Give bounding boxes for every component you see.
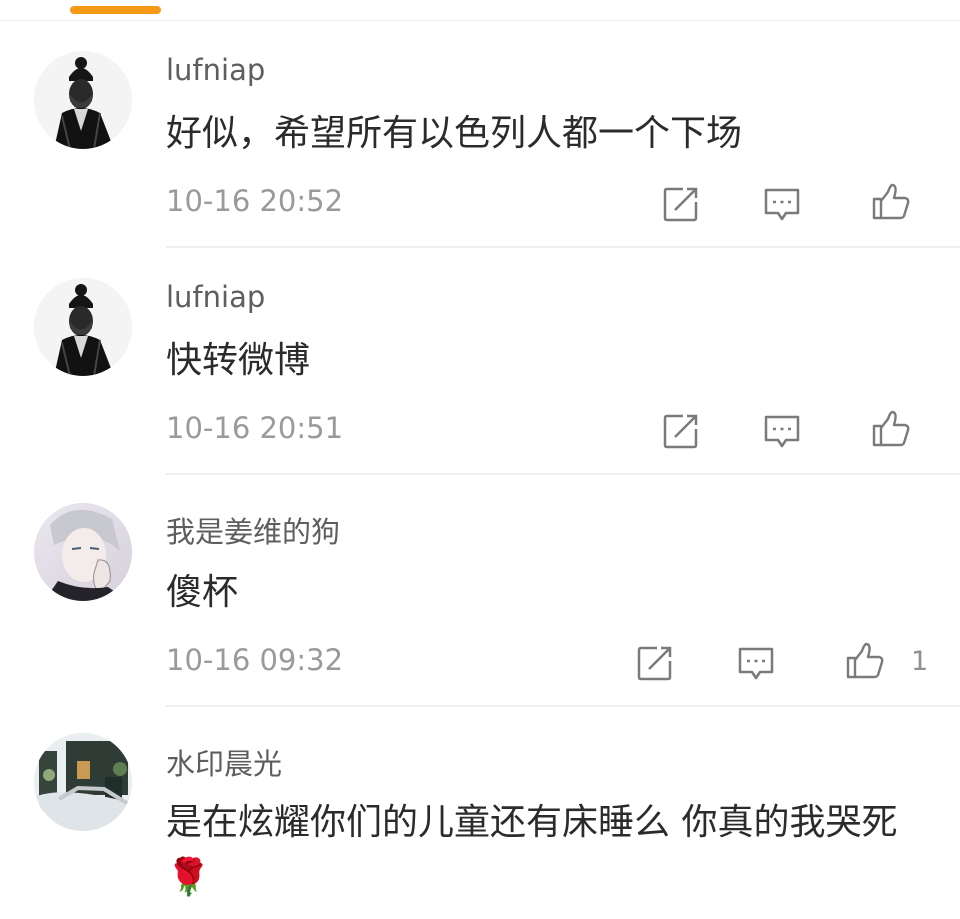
username[interactable]: 我是姜维的狗: [166, 509, 340, 551]
comment-button[interactable]: [762, 184, 802, 224]
avatar[interactable]: [34, 503, 132, 601]
comment-feed: lufniap 好似，希望所有以色列人都一个下场 10-16 20:52 luf…: [0, 0, 960, 919]
thumbs-up-icon: [872, 410, 910, 447]
timestamp: 10-16 20:51: [166, 411, 344, 445]
like-button[interactable]: [871, 181, 911, 221]
top-divider: [0, 20, 960, 21]
comment-text: 是在炫耀你们的儿童还有床睡么 你真的我哭死🌹: [166, 802, 898, 898]
comment-divider: [166, 246, 960, 248]
username[interactable]: lufniap: [166, 53, 265, 87]
thumbs-up-icon: [846, 642, 884, 679]
comment-text: 好似，希望所有以色列人都一个下场: [166, 113, 743, 154]
comment-icon: [764, 415, 800, 448]
repost-icon: [663, 187, 698, 222]
comment-divider: [166, 473, 960, 475]
thumbs-up-icon: [872, 183, 910, 220]
comment-icon: [764, 188, 800, 221]
repost-button[interactable]: [661, 411, 701, 451]
username[interactable]: 水印晨光: [166, 741, 282, 783]
like-button[interactable]: [871, 408, 911, 448]
comment-text: 傻杯: [166, 572, 239, 613]
like-button[interactable]: [845, 640, 885, 680]
comment-divider: [166, 705, 960, 707]
avatar[interactable]: [34, 733, 132, 831]
username[interactable]: lufniap: [166, 280, 265, 314]
repost-button[interactable]: [635, 643, 675, 683]
avatar[interactable]: [34, 278, 132, 376]
repost-icon: [637, 646, 672, 681]
repost-button[interactable]: [661, 184, 701, 224]
avatar[interactable]: [34, 51, 132, 149]
active-tab-indicator: [70, 6, 161, 14]
timestamp: 10-16 09:32: [166, 643, 344, 677]
timestamp: 10-16 20:52: [166, 184, 344, 218]
comment-button[interactable]: [736, 643, 776, 683]
repost-icon: [663, 414, 698, 449]
comment-button[interactable]: [762, 411, 802, 451]
comment-icon: [738, 647, 774, 680]
like-count: 1: [911, 646, 929, 677]
comment-text: 快转微博: [166, 340, 311, 381]
